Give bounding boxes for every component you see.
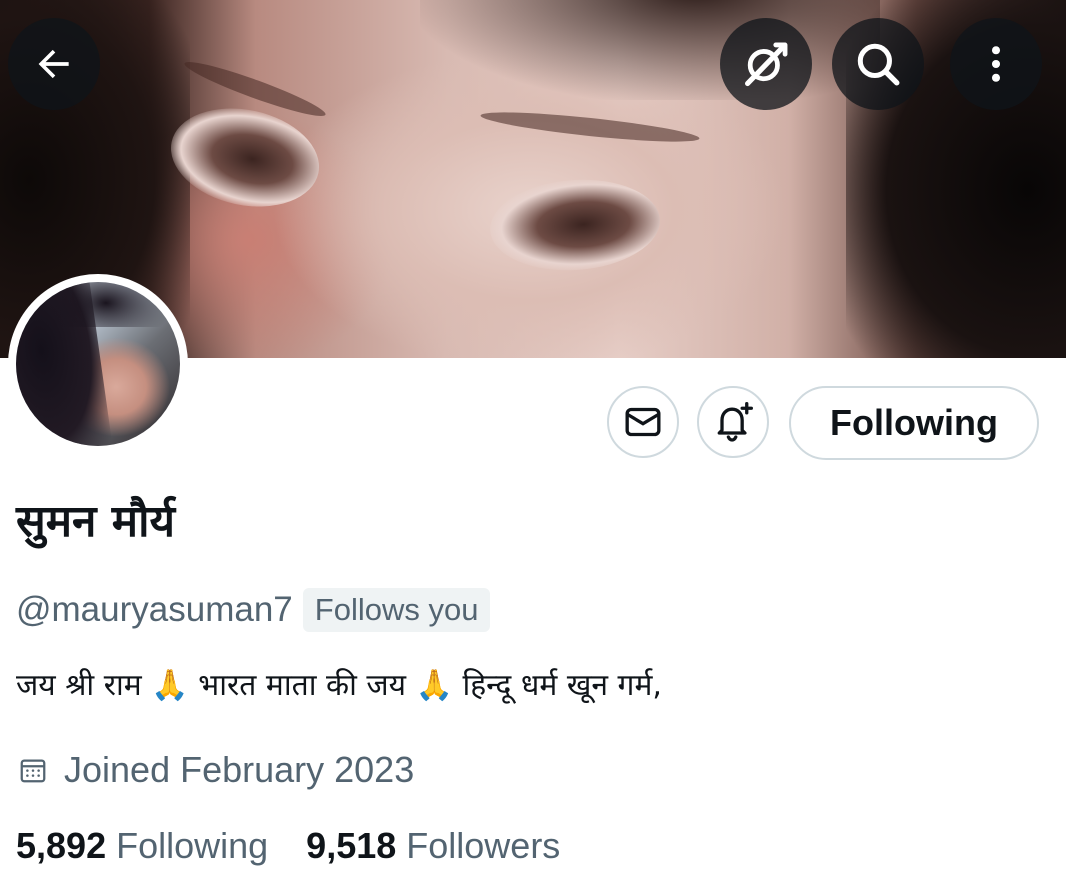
following-label: Following bbox=[116, 825, 269, 866]
banner-photo-region bbox=[420, 0, 880, 100]
grok-icon bbox=[744, 42, 788, 87]
profile-bio: जय श्री राम 🙏 भारत माता की जय 🙏 हिन्दू ध… bbox=[16, 668, 662, 703]
following-count-link[interactable]: 5,892 Following bbox=[16, 825, 268, 867]
display-name: सुमन मौर्य bbox=[16, 496, 176, 547]
bell-plus-icon bbox=[717, 402, 753, 442]
calendar-icon bbox=[20, 759, 46, 783]
username-handle: @mauryasuman7 bbox=[16, 590, 293, 629]
envelope-icon bbox=[625, 407, 661, 437]
following-count: 5,892 bbox=[16, 825, 107, 866]
banner-photo-detail bbox=[487, 174, 663, 276]
followers-count-link[interactable]: 9,518 Followers bbox=[306, 825, 560, 867]
arrow-left-icon bbox=[38, 49, 69, 79]
search-icon bbox=[857, 43, 900, 86]
follow-stats: 5,892 Following 9,518 Followers bbox=[16, 818, 560, 874]
more-vertical-icon bbox=[991, 46, 1001, 82]
followers-label: Followers bbox=[406, 825, 561, 866]
banner-photo-detail bbox=[479, 106, 701, 148]
back-button[interactable] bbox=[8, 18, 100, 110]
joined-date: Joined February 2023 bbox=[18, 744, 414, 796]
search-button[interactable] bbox=[832, 18, 924, 110]
avatar-photo-region bbox=[46, 282, 166, 327]
grok-button[interactable] bbox=[720, 18, 812, 110]
avatar-image bbox=[16, 282, 180, 446]
more-options-button[interactable] bbox=[950, 18, 1042, 110]
follows-you-badge: Follows you bbox=[302, 588, 491, 632]
notifications-button[interactable] bbox=[697, 386, 769, 458]
following-button[interactable]: Following bbox=[789, 386, 1039, 460]
profile-page: Following सुमन मौर्य @mauryasuman7 Follo… bbox=[0, 0, 1066, 888]
joined-date-text: Joined February 2023 bbox=[64, 749, 415, 790]
handle-row: @mauryasuman7 Follows you bbox=[16, 584, 491, 636]
followers-count: 9,518 bbox=[306, 825, 397, 866]
avatar[interactable] bbox=[8, 274, 188, 454]
message-button[interactable] bbox=[607, 386, 679, 458]
